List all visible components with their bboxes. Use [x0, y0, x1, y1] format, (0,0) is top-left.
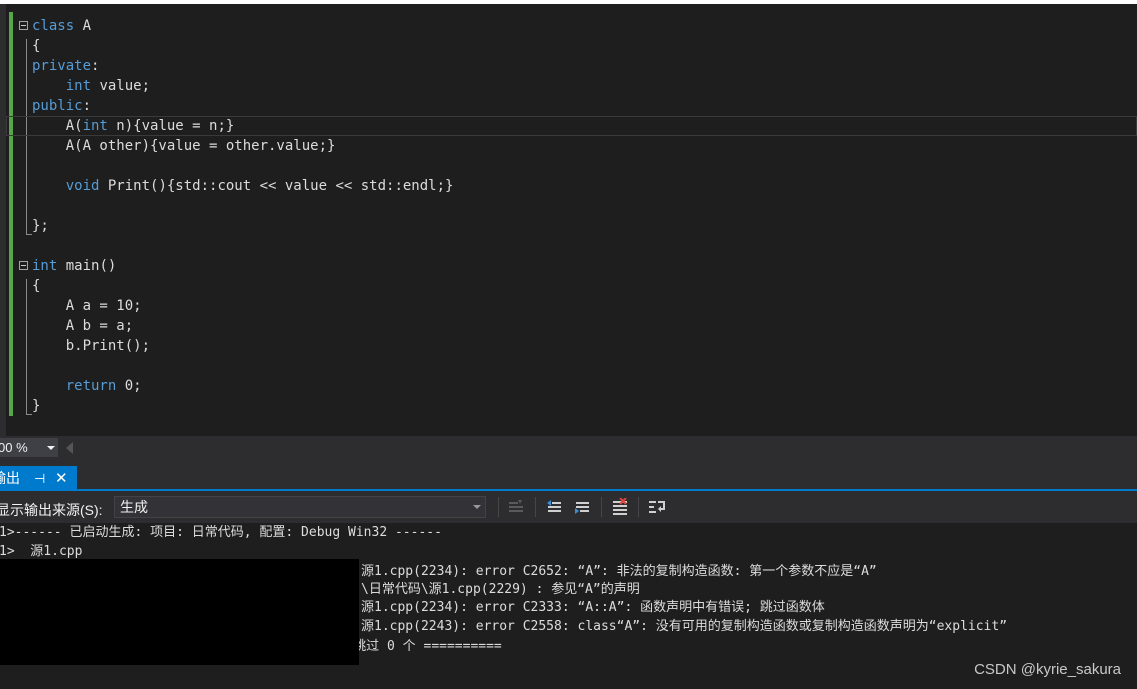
- tab-output-label: 输出: [0, 470, 20, 486]
- output-source-select[interactable]: 生成: [114, 496, 486, 518]
- collapse-icon[interactable]: [19, 261, 28, 270]
- prev-message-icon[interactable]: [545, 498, 563, 516]
- clear-all-icon[interactable]: [611, 497, 629, 516]
- scroll-left-icon[interactable]: [66, 442, 73, 454]
- code-line[interactable]: int value;: [6, 76, 1137, 96]
- code-editor[interactable]: class A { private: int value; public: A(…: [6, 4, 1137, 436]
- output-toolbar: 显示输出来源(S): 生成: [0, 491, 1137, 523]
- toolbar-separator: [601, 497, 602, 517]
- zoom-level: 00 %: [0, 440, 28, 455]
- output-tab-row: 输出 ⊣ ✕: [0, 466, 1137, 491]
- output-line: \日常代码\源1.cpp(2229) : 参见“A”的声明: [361, 582, 640, 597]
- collapse-icon[interactable]: [19, 21, 28, 30]
- code-line[interactable]: class A: [6, 16, 1137, 36]
- output-source-value: 生成: [120, 499, 148, 515]
- code-line[interactable]: public:: [6, 96, 1137, 116]
- code-line[interactable]: int main(): [6, 256, 1137, 276]
- toolbar-separator: [638, 497, 639, 517]
- code-line[interactable]: void Print(){std::cout << value << std::…: [6, 176, 1137, 196]
- code-line[interactable]: A(A other){value = other.value;}: [6, 136, 1137, 156]
- zoom-dropdown[interactable]: 00 %: [0, 438, 58, 457]
- output-text-area[interactable]: 1>------ 已启动生成: 项目: 日常代码, 配置: Debug Win3…: [0, 523, 1137, 689]
- code-line-current[interactable]: A(int n){value = n;}: [6, 116, 1137, 136]
- code-line[interactable]: {: [6, 276, 1137, 296]
- pin-icon[interactable]: ⊣: [34, 466, 45, 491]
- code-line[interactable]: A b = a;: [6, 316, 1137, 336]
- output-line: 源1.cpp(2234): error C2333: “A::A”: 函数声明中…: [361, 600, 825, 615]
- output-line: 源1.cpp(2234): error C2652: “A”: 非法的复制构造函…: [361, 564, 877, 579]
- redaction-block: [0, 559, 359, 665]
- code-line[interactable]: }: [6, 396, 1137, 416]
- toolbar-separator: [498, 497, 499, 517]
- horizontal-scrollbar[interactable]: [78, 443, 1133, 453]
- code-line[interactable]: A a = 10;: [6, 296, 1137, 316]
- code-line[interactable]: b.Print();: [6, 336, 1137, 356]
- code-line[interactable]: private:: [6, 56, 1137, 76]
- output-source-label: 显示输出来源(S):: [0, 502, 103, 518]
- output-line: 源1.cpp(2243): error C2558: class“A”: 没有可…: [361, 619, 1008, 634]
- chevron-down-icon: [473, 505, 481, 509]
- close-icon[interactable]: ✕: [55, 466, 68, 491]
- find-message-icon[interactable]: [507, 498, 525, 516]
- editor-status-strip: 00 %: [0, 436, 1137, 460]
- code-line[interactable]: {: [6, 36, 1137, 56]
- word-wrap-icon[interactable]: [648, 498, 666, 516]
- next-message-icon[interactable]: [573, 498, 591, 516]
- code-line[interactable]: };: [6, 216, 1137, 236]
- output-line: 1>------ 已启动生成: 项目: 日常代码, 配置: Debug Win3…: [0, 525, 442, 540]
- code-line[interactable]: return 0;: [6, 376, 1137, 396]
- watermark: CSDN @kyrie_sakura: [974, 661, 1121, 678]
- chevron-down-icon: [47, 446, 55, 450]
- tab-output[interactable]: 输出 ⊣ ✕: [0, 466, 77, 491]
- toolbar-separator: [535, 497, 536, 517]
